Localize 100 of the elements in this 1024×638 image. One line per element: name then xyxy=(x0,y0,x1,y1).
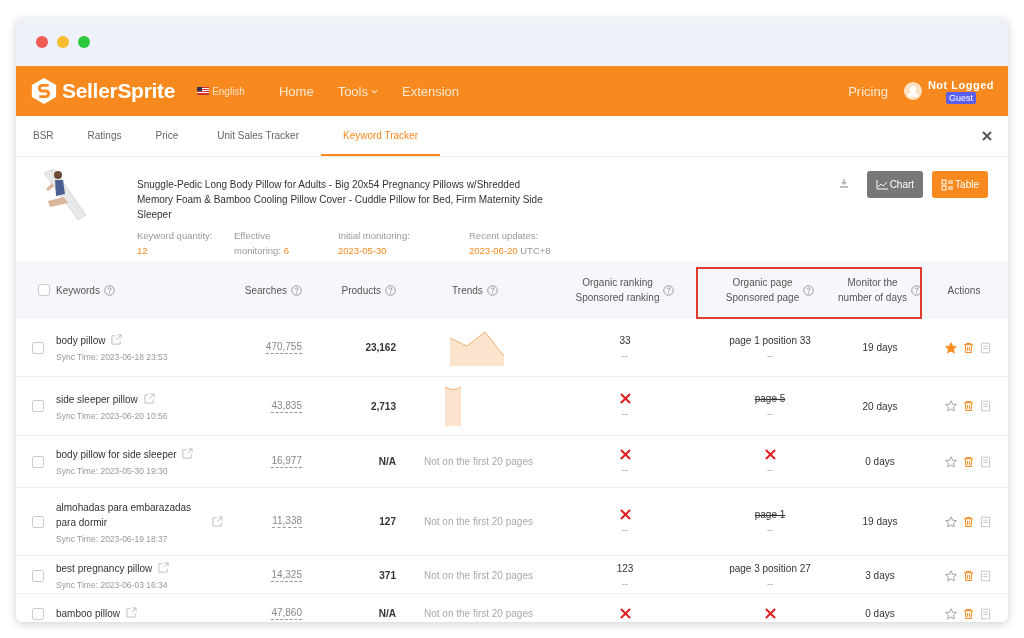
star-icon[interactable] xyxy=(945,455,957,468)
help-icon[interactable] xyxy=(486,284,498,296)
trash-icon[interactable] xyxy=(963,569,974,582)
stat-label: Recent updates: xyxy=(469,229,540,243)
organic-page: page 1 xyxy=(754,508,786,520)
nav-link[interactable]: Tools xyxy=(337,83,378,99)
note-icon[interactable] xyxy=(980,400,991,412)
trend-status: Not on the first 20 pages xyxy=(423,608,533,619)
keyword-link[interactable]: body pillow for side sleeper xyxy=(56,447,177,462)
share-icon[interactable] xyxy=(111,334,123,345)
searches-link[interactable]: 14,325 xyxy=(271,569,302,582)
note-icon[interactable] xyxy=(980,341,991,354)
monitor-days: 20 days xyxy=(862,400,898,412)
nav-link[interactable]: Extension xyxy=(402,83,460,99)
cross-icon xyxy=(619,608,631,619)
language-selector[interactable]: English xyxy=(212,85,245,97)
checkbox[interactable] xyxy=(32,455,44,468)
help-icon[interactable] xyxy=(663,284,675,296)
window-control[interactable] xyxy=(57,36,69,48)
trash-icon[interactable] xyxy=(963,341,974,354)
cross-icon xyxy=(619,508,631,520)
checkbox[interactable] xyxy=(32,515,44,528)
share-icon[interactable] xyxy=(143,392,155,404)
stat-label: Keyword quantity: xyxy=(137,230,213,241)
trend-sparkline xyxy=(444,386,462,426)
trash-icon[interactable] xyxy=(963,515,974,528)
searches-link[interactable]: 43,835 xyxy=(271,399,302,413)
sponsored-value: -- xyxy=(767,464,773,475)
tab[interactable]: Price xyxy=(138,116,196,156)
flag-icon xyxy=(197,87,210,95)
keyword-link[interactable]: body pillow xyxy=(56,333,106,348)
column-header: Monitor the xyxy=(847,276,898,290)
searches-link[interactable]: 47,860 xyxy=(271,607,302,620)
help-icon[interactable] xyxy=(103,284,115,296)
keyword-link[interactable]: side sleeper pillow xyxy=(56,391,138,407)
nav-link[interactable]: Home xyxy=(278,83,314,99)
download-icon[interactable] xyxy=(838,178,849,188)
checkbox[interactable] xyxy=(32,400,44,412)
checkbox[interactable] xyxy=(38,284,50,296)
view-button[interactable]: Chart xyxy=(866,171,924,198)
table-cell-text: N/A xyxy=(378,608,397,619)
chart-icon xyxy=(875,179,888,190)
share-icon[interactable] xyxy=(182,448,194,459)
tab[interactable]: BSR xyxy=(16,116,71,156)
avatar-icon[interactable] xyxy=(903,82,922,100)
help-icon[interactable] xyxy=(803,284,815,296)
checkbox[interactable] xyxy=(32,341,44,354)
help-icon[interactable] xyxy=(291,284,302,296)
star-icon[interactable] xyxy=(945,515,957,528)
note-icon[interactable] xyxy=(980,569,991,582)
trend-status: Not on the first 20 pages xyxy=(423,456,533,467)
column-header: Products xyxy=(341,283,381,298)
trash-icon[interactable] xyxy=(963,607,974,620)
cross-icon xyxy=(619,393,631,404)
monitor-days: 19 days xyxy=(862,516,898,527)
column-header: Searches xyxy=(244,283,287,298)
star-icon[interactable] xyxy=(945,569,957,582)
help-icon[interactable] xyxy=(910,284,922,296)
trash-icon[interactable] xyxy=(963,455,974,468)
share-icon[interactable] xyxy=(157,562,169,573)
share-icon[interactable] xyxy=(125,607,137,618)
trash-icon[interactable] xyxy=(963,400,974,412)
cross-icon xyxy=(764,608,776,619)
star-icon[interactable] xyxy=(945,400,957,412)
note-icon[interactable] xyxy=(980,515,991,528)
help-icon[interactable] xyxy=(385,284,396,296)
organic-rank: 33 xyxy=(619,334,631,346)
keyword-link[interactable]: almohadas para embarazadas para dormir xyxy=(56,499,206,530)
column-header: Sponsored ranking xyxy=(575,291,660,305)
note-icon[interactable] xyxy=(980,455,991,468)
stat-value: 12 xyxy=(137,245,148,256)
tab[interactable]: Ratings xyxy=(70,116,139,156)
share-icon[interactable] xyxy=(211,515,223,527)
table-cell-text: N/A xyxy=(378,456,397,467)
stat-label: Effective monitoring: xyxy=(234,230,281,256)
note-icon[interactable] xyxy=(980,607,991,620)
tab[interactable]: Keyword Tracker xyxy=(320,116,440,156)
star-icon[interactable] xyxy=(945,341,957,354)
keyword-link[interactable]: best pregnancy pillow xyxy=(56,561,153,576)
searches-link[interactable]: 11,338 xyxy=(272,515,302,528)
logo-icon[interactable] xyxy=(30,76,58,106)
star-icon[interactable] xyxy=(945,607,957,620)
nav-link[interactable]: Pricing xyxy=(848,83,888,99)
searches-link[interactable]: 16,977 xyxy=(271,455,302,468)
cross-icon xyxy=(619,448,631,460)
sync-time: Sync Time: 2023-06-03 16:34 xyxy=(56,580,169,590)
sponsored-value: -- xyxy=(767,578,773,589)
cross-icon xyxy=(764,448,776,460)
checkbox[interactable] xyxy=(32,569,44,582)
close-icon[interactable] xyxy=(982,131,992,141)
sponsored-value: -- xyxy=(622,464,628,475)
view-button[interactable]: Table xyxy=(932,171,988,198)
searches-link[interactable]: 470,755 xyxy=(265,341,302,354)
brand-name[interactable]: SellerSprite xyxy=(62,79,176,103)
user-name: Not Logged xyxy=(927,78,994,91)
window-control[interactable] xyxy=(78,36,90,48)
window-control[interactable] xyxy=(36,36,48,48)
tab[interactable]: Unit Sales Tracker xyxy=(195,116,321,156)
keyword-link[interactable]: bamboo pillow xyxy=(56,606,120,621)
checkbox[interactable] xyxy=(32,607,44,620)
